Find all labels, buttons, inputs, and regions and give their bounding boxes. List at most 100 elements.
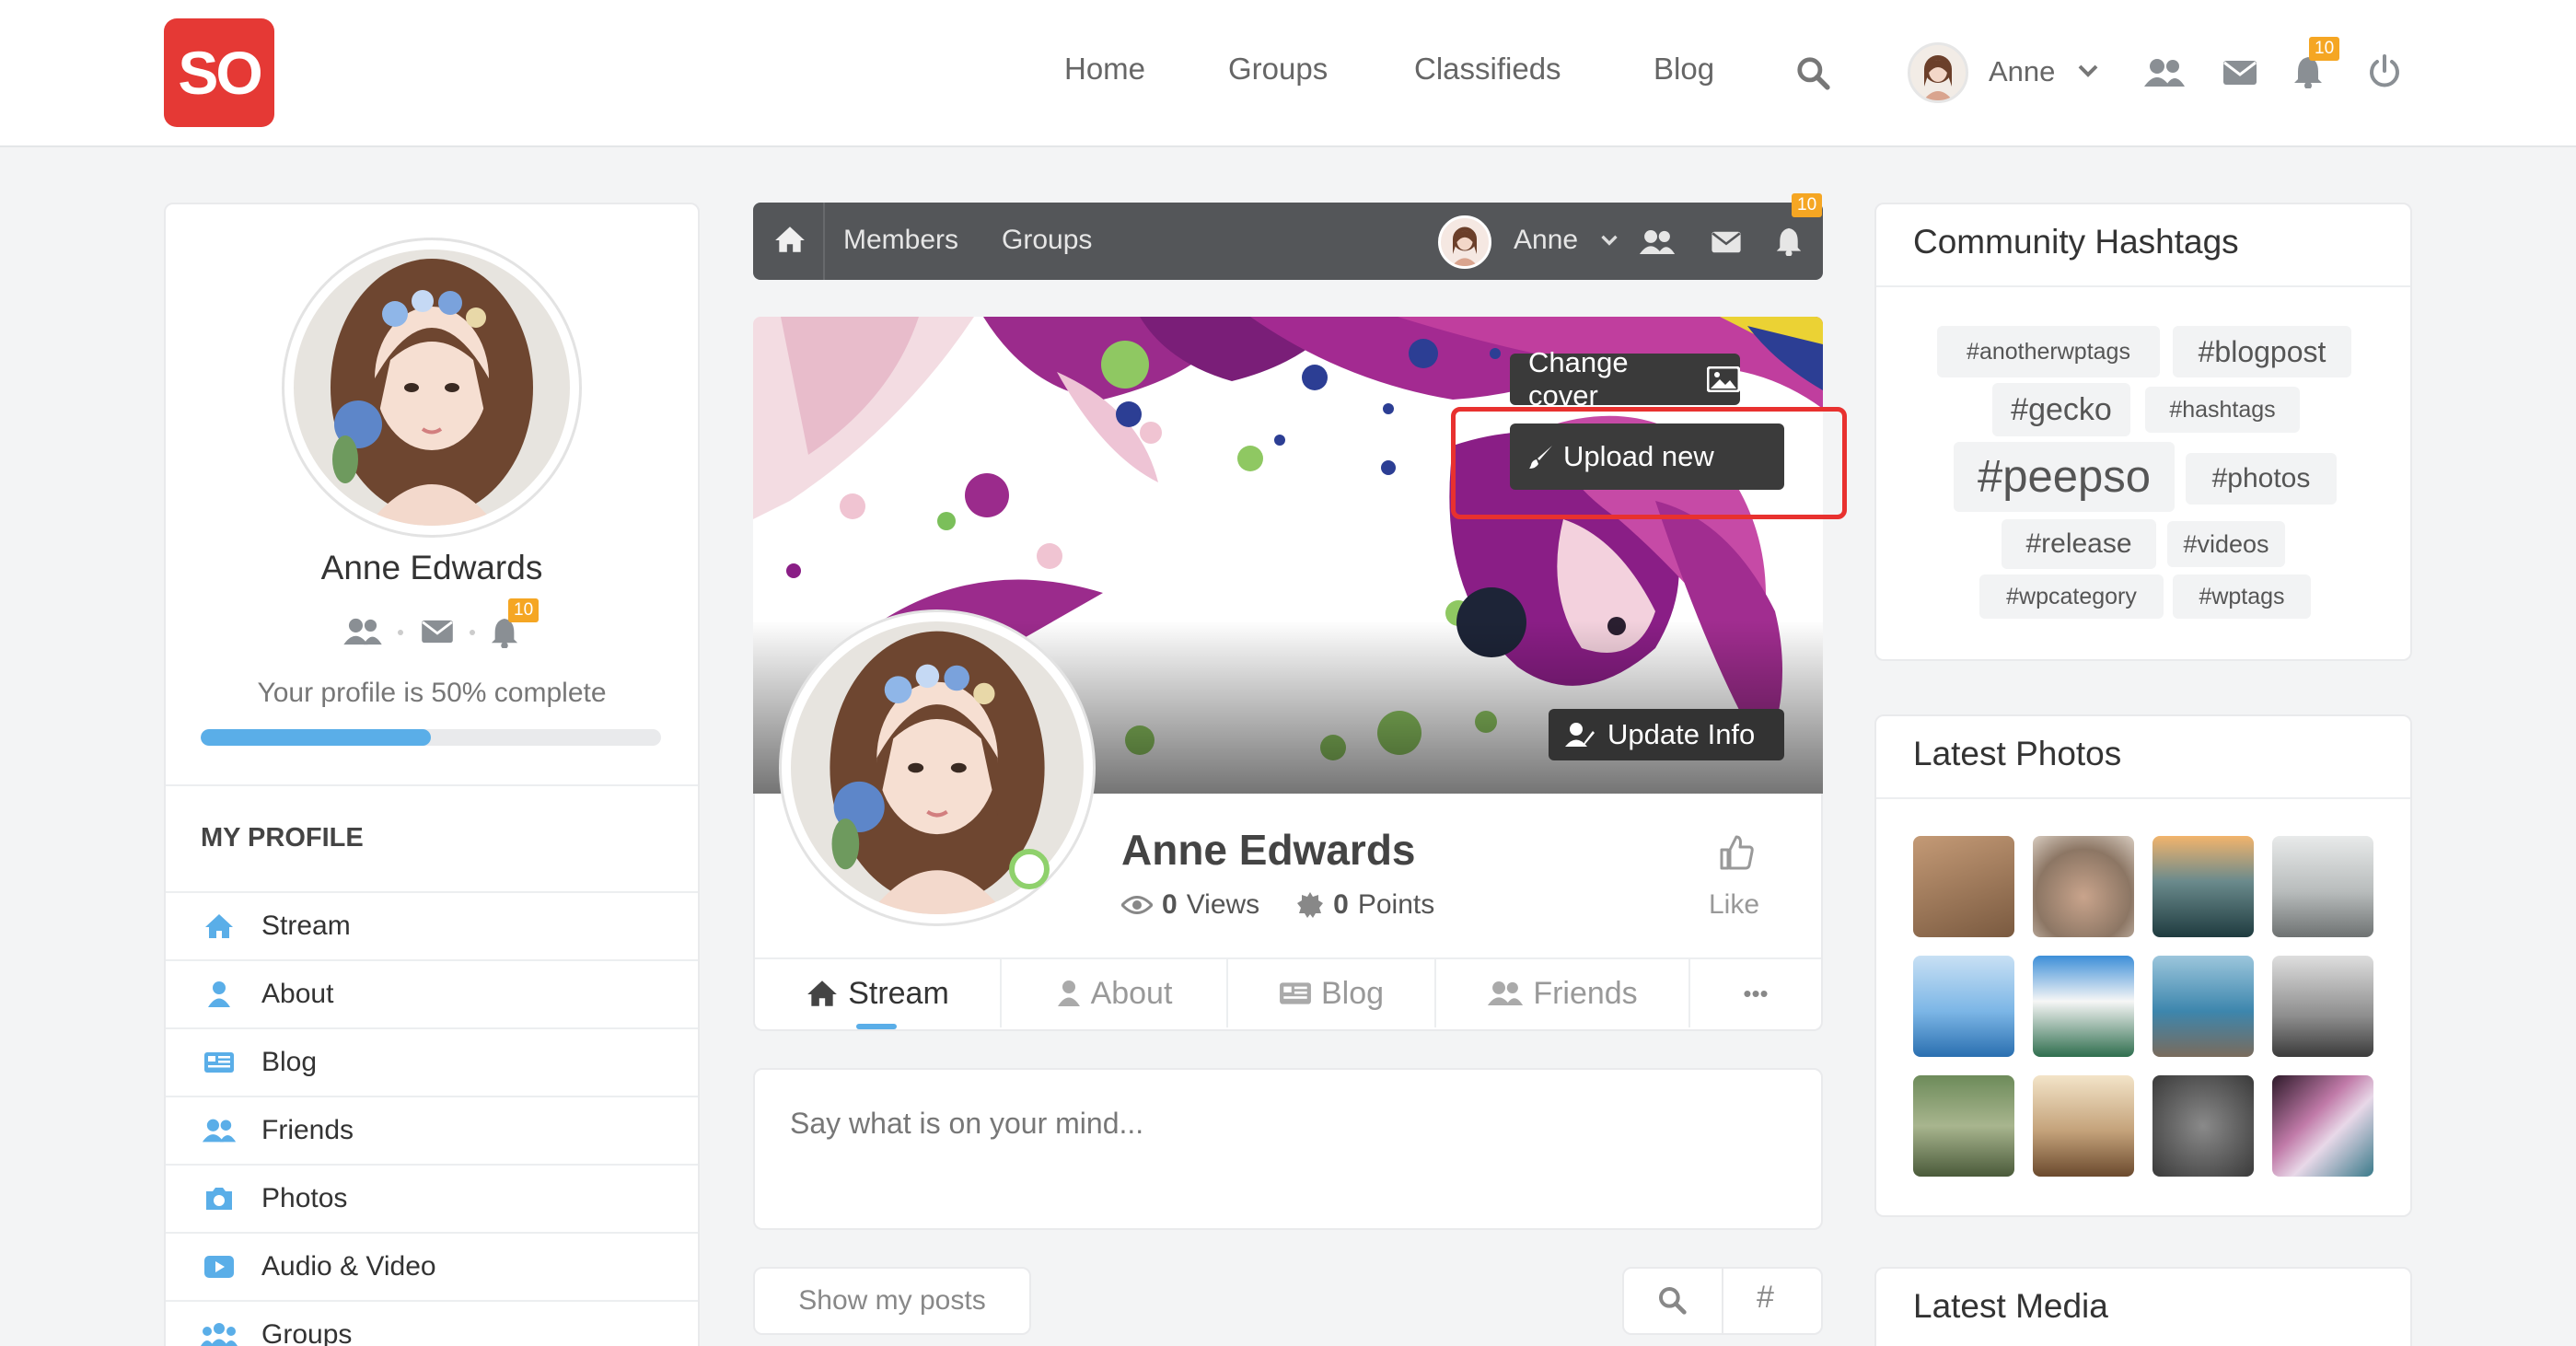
divider [166,784,698,786]
separator-dot [398,630,403,635]
photo-thumbnail[interactable] [2272,956,2373,1057]
tab-label: Friends [1533,975,1638,1011]
hashtag[interactable]: #release [2002,519,2156,569]
photo-thumbnail[interactable] [2152,1075,2254,1177]
sidebar-item-audio-video[interactable]: Audio & Video [166,1232,698,1300]
sidebar-item-label: Blog [261,1047,318,1077]
envelope-icon[interactable] [1711,230,1742,254]
home-icon [201,912,238,940]
profile-avatar-large[interactable] [282,238,582,538]
thumbs-up-icon[interactable] [1718,834,1755,871]
nav-groups[interactable]: Groups [1228,52,1328,87]
user-icon [201,980,238,1008]
divider [1722,1267,1723,1335]
site-logo[interactable]: SO [164,18,274,127]
friends-icon[interactable] [2143,57,2186,88]
update-info-label: Update Info [1607,718,1756,750]
hashtag[interactable]: #photos [2186,453,2337,505]
tab-blog[interactable]: Blog [1228,959,1434,1027]
change-cover-label: Change cover [1528,346,1629,412]
tab-friends[interactable]: Friends [1436,959,1688,1027]
user-avatar[interactable] [1908,42,1968,103]
nav-home[interactable]: Home [1064,52,1145,87]
hashtag[interactable]: #blogpost [2173,326,2351,377]
hashtag[interactable]: #peepso [1954,442,2175,512]
search-icon[interactable] [1657,1285,1687,1315]
divider [1876,285,2410,287]
sidebar-profile-name[interactable]: Anne Edwards [166,549,698,587]
hashtag[interactable]: #hashtags [2145,387,2300,433]
user-avatar[interactable] [1438,215,1491,269]
online-status-indicator [1009,849,1050,889]
profile-nav-user-name[interactable]: Anne [1514,225,1578,256]
hashtag-filter-button[interactable]: # [1757,1280,1774,1316]
hashtag[interactable]: #wptags [2173,574,2311,619]
home-icon[interactable] [773,225,806,254]
envelope-icon[interactable] [420,619,455,644]
tab-label: Blog [1320,975,1385,1011]
friends-icon[interactable] [1639,228,1676,256]
points-label: Points [1357,889,1435,920]
sidebar-item-groups[interactable]: Groups [166,1300,698,1346]
tab-about[interactable]: About [1002,959,1226,1027]
photo-thumbnail[interactable] [2152,956,2254,1057]
notification-badge: 10 [2309,37,2340,61]
sidebar-item-friends[interactable]: Friends [166,1096,698,1164]
sidebar-item-label: Friends [261,1115,354,1145]
newspaper-icon [1279,980,1312,1006]
points-icon [1296,891,1324,919]
hashtag[interactable]: #videos [2167,521,2285,567]
power-icon[interactable] [2366,53,2403,90]
nav-classifieds[interactable]: Classifieds [1414,52,1561,87]
more-tabs-button[interactable]: ••• [1690,959,1821,1027]
photo-thumbnail[interactable] [1913,1075,2014,1177]
profile-progress-bar [201,729,661,746]
hashtag[interactable]: #anotherwptags [1937,326,2160,377]
friends-icon [201,1118,238,1143]
highlight-box [1451,407,1847,519]
photo-thumbnail[interactable] [2033,836,2134,937]
photo-thumbnail[interactable] [2152,836,2254,937]
my-profile-heading: MY PROFILE [201,823,364,853]
show-my-posts-button[interactable]: Show my posts [753,1267,1031,1335]
sidebar-item-blog[interactable]: Blog [166,1027,698,1096]
chevron-down-icon[interactable] [2077,63,2099,79]
nav-blog[interactable]: Blog [1654,52,1714,87]
profile-nav-members[interactable]: Members [843,225,958,256]
notification-badge: 10 [508,598,540,622]
points-count: 0 [1333,889,1349,920]
profile-progress-fill [201,729,431,746]
sidebar-item-stream[interactable]: Stream [166,891,698,959]
widget-title: Latest Photos [1913,735,2122,772]
sidebar-item-about[interactable]: About [166,959,698,1027]
photo-thumbnail[interactable] [2272,1075,2373,1177]
profile-avatar[interactable] [779,609,1096,926]
chevron-down-icon[interactable] [1600,234,1619,247]
change-cover-button[interactable]: Change cover [1510,346,1740,412]
sidebar-item-label: Stream [261,911,351,941]
tab-label: About [1090,975,1173,1011]
hashtag[interactable]: #wpcategory [1979,574,2164,619]
divider [823,203,825,280]
photo-thumbnail[interactable] [1913,836,2014,937]
camera-icon [201,1186,238,1212]
search-icon[interactable] [1795,55,1830,90]
profile-nav-groups[interactable]: Groups [1002,225,1092,256]
sidebar-item-photos[interactable]: Photos [166,1164,698,1232]
photo-thumbnail[interactable] [2272,836,2373,937]
composer-placeholder[interactable]: Say what is on your mind... [790,1107,1143,1141]
user-name[interactable]: Anne [1989,55,2055,88]
update-info-button[interactable]: Update Info [1549,709,1784,760]
play-icon [201,1255,238,1279]
post-composer[interactable] [753,1068,1823,1230]
photo-thumbnail[interactable] [2033,956,2134,1057]
hashtag[interactable]: #gecko [1992,383,2130,436]
friends-icon[interactable] [342,617,383,646]
bell-icon[interactable] [1775,226,1803,256]
photo-thumbnail[interactable] [2033,1075,2134,1177]
photo-thumbnail[interactable] [1913,956,2014,1057]
envelope-icon[interactable] [2222,59,2257,87]
separator-dot [470,630,475,635]
tab-stream[interactable]: Stream [755,959,1000,1027]
like-label[interactable]: Like [1709,889,1759,921]
